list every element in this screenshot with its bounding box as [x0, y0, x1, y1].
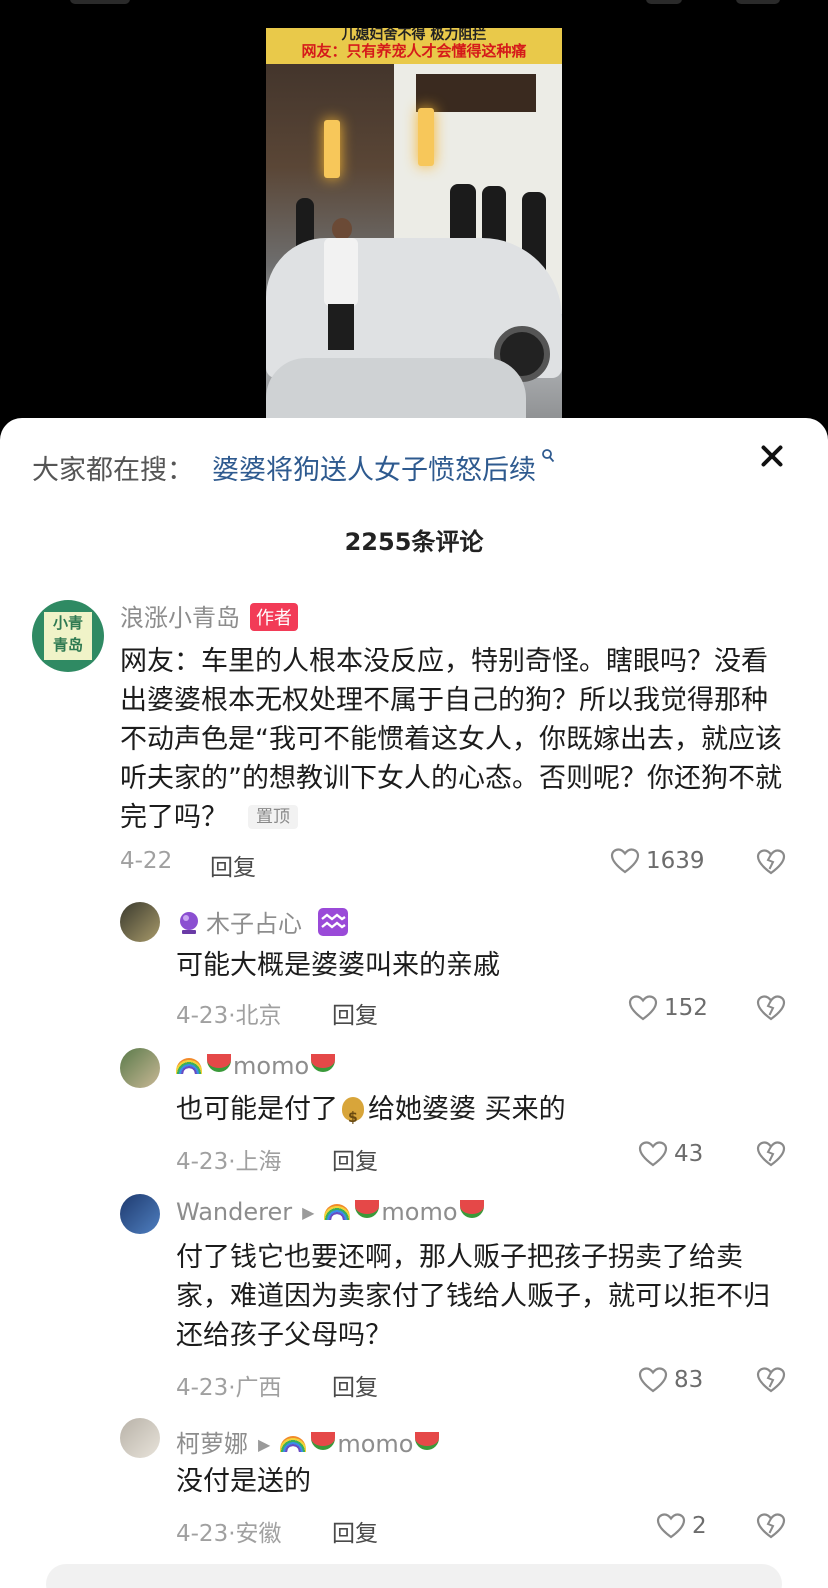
reply-author[interactable]: momo: [176, 1052, 337, 1080]
reply-author[interactable]: 木子占心: [176, 904, 348, 939]
reply-username[interactable]: 柯萝娜: [176, 1430, 248, 1458]
avatar[interactable]: 小青 青岛: [32, 600, 104, 672]
reply-button[interactable]: 回复: [332, 1514, 378, 1548]
avatar[interactable]: [120, 902, 160, 942]
reply-button[interactable]: 回复: [332, 996, 378, 1030]
heart-outline-icon: [656, 1513, 686, 1539]
video-frame: 儿媳妇舍不得 极力阻拦 网友：只有养宠人才会懂得这种痛: [266, 28, 562, 424]
close-icon[interactable]: [758, 442, 786, 470]
reply-username[interactable]: momo: [233, 1052, 309, 1080]
reply-to-username[interactable]: momo: [337, 1430, 413, 1458]
like-button[interactable]: 83: [638, 1366, 703, 1394]
comment-author[interactable]: 浪涨小青岛 作者: [120, 598, 298, 633]
watermelon-icon: [311, 1432, 336, 1450]
video-lamp: [418, 108, 434, 166]
reply-to-username[interactable]: momo: [381, 1198, 457, 1226]
reply-meta: 4-23·安徽: [176, 1521, 282, 1547]
avatar-logo: 小青 青岛: [44, 612, 92, 660]
reply-text-part: 也可能是付了: [176, 1094, 338, 1125]
status-bar-signal: [646, 0, 682, 4]
video-lamp: [324, 120, 340, 178]
comment-count-title: 2255条评论: [344, 528, 484, 556]
watermelon-icon: [355, 1200, 380, 1218]
trending-search-label: 大家都在搜：: [32, 455, 194, 486]
broken-heart-icon: [756, 1513, 786, 1539]
video-car-front: [266, 358, 526, 424]
video-store-sign: [416, 74, 536, 112]
heart-outline-icon: [628, 995, 658, 1021]
video-player[interactable]: 儿媳妇舍不得 极力阻拦 网友：只有养宠人才会懂得这种痛: [0, 0, 828, 432]
comment-username[interactable]: 浪涨小青岛: [120, 604, 240, 632]
reply-button[interactable]: 回复: [210, 848, 256, 882]
video-woman: [324, 218, 358, 350]
watermelon-icon: [311, 1054, 336, 1072]
crystal-ball-icon: [176, 910, 202, 936]
reply-button[interactable]: 回复: [332, 1368, 378, 1402]
reply-text: 没付是送的: [176, 1466, 311, 1497]
comment-input-bar[interactable]: [46, 1564, 782, 1588]
trending-search-link[interactable]: 婆婆将狗送人女子愤怒后续: [212, 449, 555, 486]
reply-text: 也可能是付了给她婆婆 买来的: [176, 1090, 786, 1138]
like-count: 43: [674, 1141, 704, 1167]
reply-text-part: 给她婆婆 买来的: [368, 1094, 566, 1125]
broken-heart-icon: [756, 849, 786, 875]
comments-panel: 大家都在搜： 婆婆将狗送人女子愤怒后续 2255条评论 小青 青岛 浪涨小青岛 作者 …: [0, 418, 828, 1588]
like-count: 152: [664, 995, 708, 1021]
reply-username[interactable]: 木子占心: [206, 910, 302, 938]
comment-body: 网友：车里的人根本没反应，特别奇怪。瞎眼吗？没看出婆婆根本无权处理不属于自己的狗…: [120, 646, 782, 833]
pinned-badge: 置顶: [248, 805, 298, 829]
comment-text: 网友：车里的人根本没反应，特别奇怪。瞎眼吗？没看出婆婆根本无权处理不属于自己的狗…: [120, 642, 788, 837]
reply-arrow-icon: ▶: [258, 1435, 271, 1454]
avatar[interactable]: [120, 1418, 160, 1458]
status-bar-time: [70, 0, 130, 4]
rainbow-icon: [324, 1204, 351, 1220]
reply-text: 付了钱它也要还啊，那人贩子把孩子拐卖了给卖家，难道因为卖家付了钱给人贩子，就可以…: [176, 1242, 770, 1351]
trending-search-row: 大家都在搜： 婆婆将狗送人女子愤怒后续: [32, 448, 555, 487]
reply-meta: 4-23·广西: [176, 1375, 282, 1401]
like-button[interactable]: 1639: [610, 847, 705, 875]
watermelon-icon: [207, 1054, 231, 1072]
watermelon-icon: [415, 1432, 440, 1450]
search-icon: [536, 449, 555, 468]
dislike-button[interactable]: [756, 848, 786, 880]
like-count: 2: [692, 1513, 707, 1539]
reply-button[interactable]: 回复: [332, 1142, 378, 1176]
dislike-button[interactable]: [756, 1140, 786, 1172]
broken-heart-icon: [756, 1141, 786, 1167]
reply-username[interactable]: Wanderer: [176, 1198, 292, 1226]
reply-meta: 4-23·北京: [176, 1003, 282, 1029]
like-count: 83: [674, 1367, 704, 1393]
heart-outline-icon: [610, 848, 640, 874]
watermelon-icon: [459, 1200, 484, 1218]
dislike-button[interactable]: [756, 1512, 786, 1544]
like-count: 1639: [646, 848, 705, 874]
reply-author[interactable]: 柯萝娜 ▶ momo: [176, 1424, 441, 1459]
like-button[interactable]: 43: [638, 1140, 703, 1168]
dislike-button[interactable]: [756, 994, 786, 1026]
video-caption-line2: 网友：只有养宠人才会懂得这种痛: [301, 42, 527, 60]
rainbow-icon: [280, 1436, 307, 1452]
reply-author[interactable]: Wanderer ▶ momo: [176, 1198, 486, 1226]
heart-outline-icon: [638, 1141, 668, 1167]
video-caption-banner: 儿媳妇舍不得 极力阻拦 网友：只有养宠人才会懂得这种痛: [266, 28, 562, 64]
status-bar-battery: [736, 0, 780, 4]
aquarius-icon: [317, 908, 348, 936]
broken-heart-icon: [756, 1367, 786, 1393]
reply-meta: 4-23·上海: [176, 1149, 282, 1175]
like-button[interactable]: 2: [656, 1512, 707, 1540]
avatar[interactable]: [120, 1194, 160, 1234]
reply-text: 可能大概是婆婆叫来的亲戚: [176, 950, 500, 981]
money-bag-icon: [342, 1097, 364, 1138]
like-button[interactable]: 152: [628, 994, 708, 1022]
heart-outline-icon: [638, 1367, 668, 1393]
comment-date: 4-22: [120, 848, 173, 874]
avatar[interactable]: [120, 1048, 160, 1088]
reply-arrow-icon: ▶: [302, 1203, 315, 1222]
dislike-button[interactable]: [756, 1366, 786, 1398]
trending-search-query[interactable]: 婆婆将狗送人女子愤怒后续: [212, 455, 536, 486]
broken-heart-icon: [756, 995, 786, 1021]
author-badge: 作者: [250, 603, 298, 631]
rainbow-icon: [176, 1058, 202, 1074]
